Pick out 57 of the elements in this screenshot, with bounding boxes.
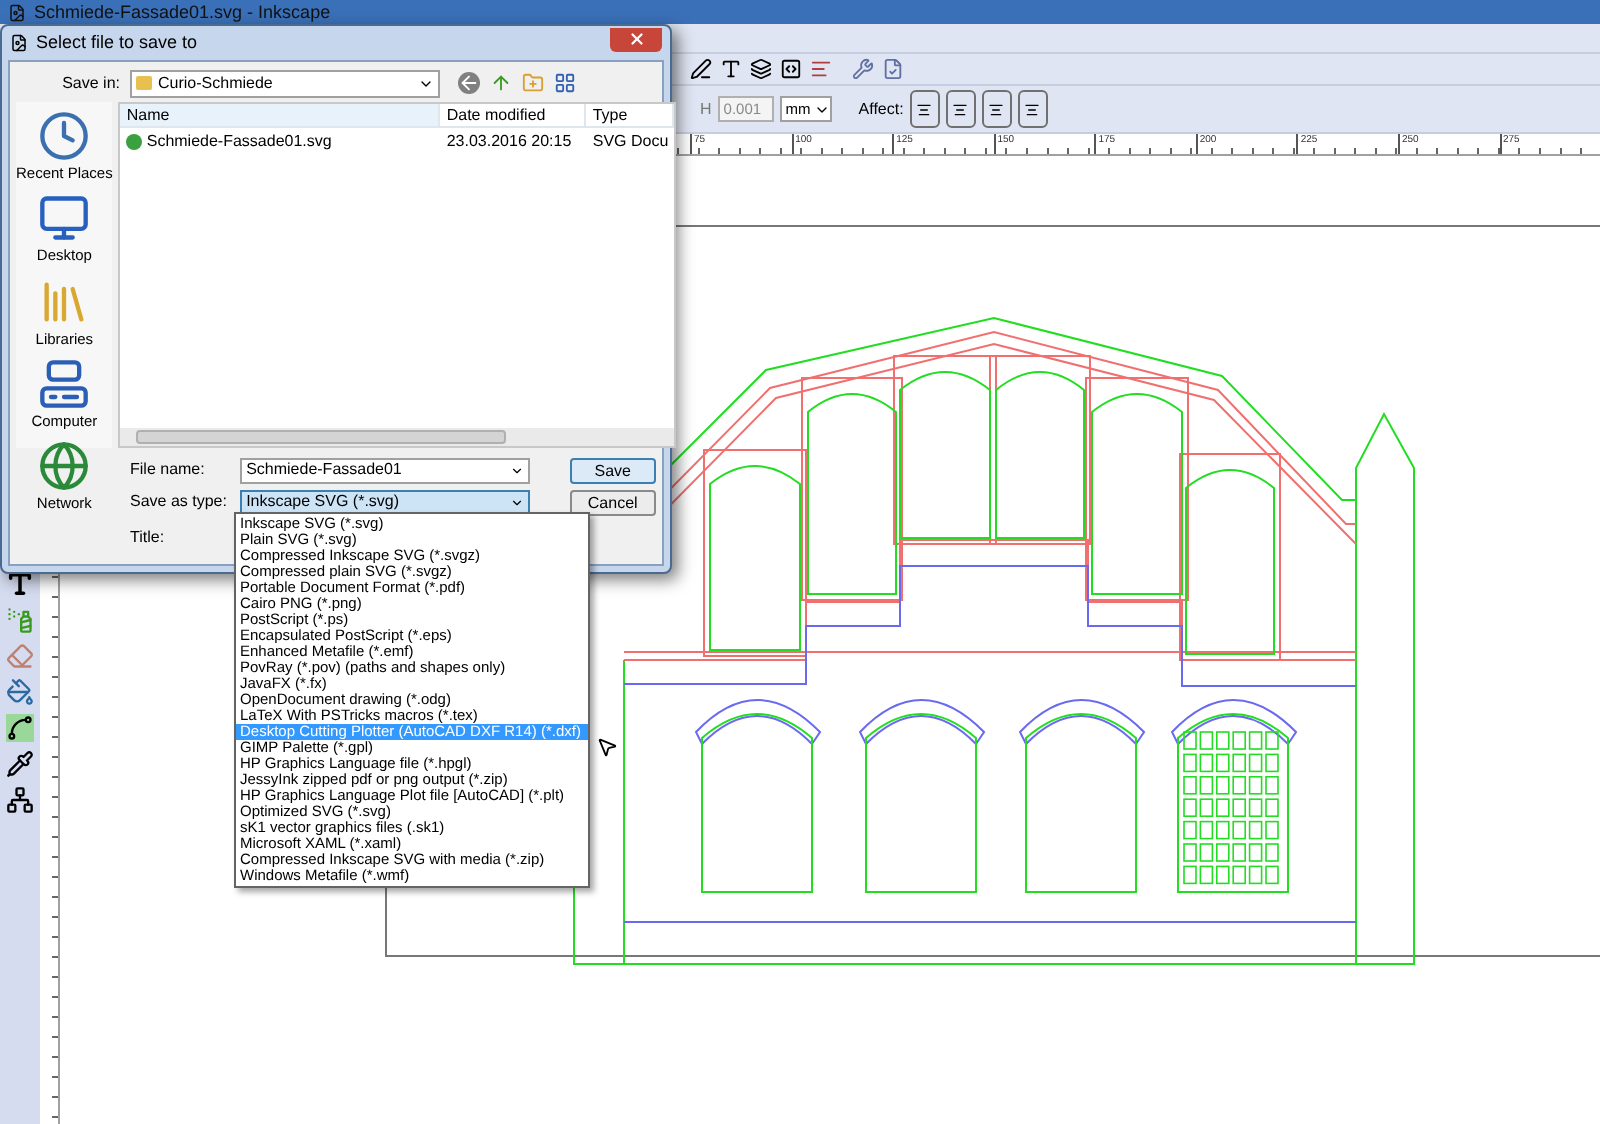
window-title: Schmiede-Fassade01.svg - Inkscape — [34, 3, 331, 21]
affect-toggle[interactable] — [945, 90, 976, 128]
title-label: Title: — [130, 526, 165, 550]
desktop-icon — [38, 192, 91, 245]
close-icon — [627, 30, 645, 48]
height-label: H — [700, 97, 712, 121]
folder-icon — [136, 76, 152, 90]
align-icon — [916, 101, 933, 117]
document-check-icon[interactable] — [882, 58, 904, 80]
wrench-icon[interactable] — [852, 58, 874, 80]
view-menu-icon[interactable] — [554, 72, 576, 94]
scrollbar-thumb[interactable] — [136, 430, 507, 444]
caret-icon — [509, 463, 524, 477]
up-folder-icon[interactable] — [490, 72, 512, 94]
column-header[interactable]: Name — [120, 104, 441, 126]
affect-label: Affect: — [858, 97, 904, 121]
app-icon — [8, 3, 26, 21]
file-type: SVG Docu — [590, 129, 671, 153]
file-name-field[interactable]: Schmiede-Fassade01 — [240, 457, 530, 483]
file-icon — [126, 133, 143, 149]
xml-editor-icon[interactable] — [780, 58, 802, 80]
diagram-tool-icon[interactable] — [6, 786, 34, 814]
column-header[interactable]: Date modified — [440, 104, 587, 126]
dropper-tool-icon[interactable] — [6, 750, 34, 778]
layers-icon[interactable] — [750, 58, 772, 80]
file-name[interactable]: Schmiede-Fassade01.svg — [146, 129, 332, 153]
mouse-cursor-icon — [596, 736, 618, 758]
paint-bucket-tool-icon[interactable] — [6, 678, 34, 706]
cancel-button[interactable]: Cancel — [569, 489, 656, 515]
affect-toggle[interactable] — [981, 90, 1012, 128]
text-icon[interactable] — [720, 58, 742, 80]
back-icon[interactable] — [458, 72, 480, 94]
save-as-type-dropdown[interactable]: Inkscape SVG (*.svg) — [240, 489, 530, 515]
caret-icon — [509, 495, 524, 509]
align-icon[interactable] — [810, 58, 832, 80]
folder-name: Curio-Schmiede — [158, 71, 275, 95]
dialog-icon — [10, 34, 28, 52]
save-button[interactable]: Save — [569, 457, 656, 483]
text-tool-icon[interactable] — [6, 570, 34, 598]
save-in-label: Save in: — [60, 71, 120, 95]
pen-icon[interactable] — [690, 58, 712, 80]
align-icon — [952, 101, 969, 117]
save-in-dropdown[interactable]: Curio-Schmiede — [130, 69, 440, 97]
affect-toggle[interactable] — [1017, 90, 1048, 128]
align-icon — [988, 101, 1005, 117]
align-icon — [1024, 101, 1041, 117]
column-header[interactable]: Type — [586, 104, 675, 126]
network-icon — [38, 440, 91, 492]
connector-tool-icon[interactable] — [6, 714, 34, 742]
save-as-type-label: Save as type: — [130, 490, 229, 514]
file-date: 23.03.2016 20:15 — [444, 129, 574, 153]
close-button[interactable] — [610, 27, 662, 51]
dialog-title: Select file to save to — [36, 29, 200, 56]
affect-toggle[interactable] — [909, 90, 940, 128]
computer-icon — [38, 357, 91, 410]
recent-places-icon — [38, 110, 91, 162]
file-name-label: File name: — [130, 458, 207, 482]
